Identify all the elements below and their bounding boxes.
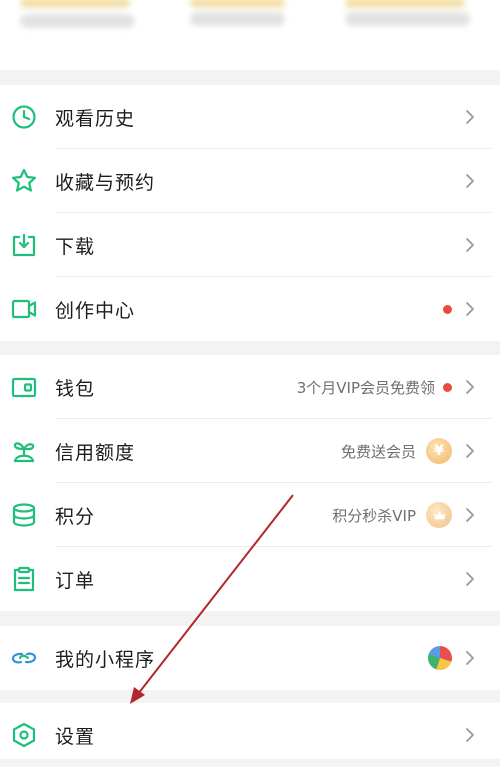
section-settings: 设置 — [0, 703, 500, 759]
menu-item-extra — [435, 304, 452, 314]
blurred-stat — [20, 14, 135, 28]
wallet-promo-text: 3个月VIP会员免费领 — [296, 378, 435, 397]
menu-item-mini-programs[interactable]: 我的小程序 — [0, 626, 500, 690]
credit-promo-text: 免费送会员 — [340, 442, 416, 461]
menu-item-extra: 积分秒杀VIP — [332, 502, 452, 528]
mini-program-avatar — [428, 646, 452, 670]
blurred-highlight — [345, 0, 465, 8]
crown-coin-icon — [426, 502, 452, 528]
chevron-right-icon — [462, 571, 478, 587]
menu-item-label: 创作中心 — [55, 299, 136, 322]
chevron-right-icon — [462, 650, 478, 666]
chevron-right-icon — [462, 109, 478, 125]
menu-item-label: 积分 — [55, 505, 96, 528]
clock-icon — [10, 103, 38, 131]
menu-item-favorites[interactable]: 收藏与预约 — [0, 149, 500, 213]
section-finance: 钱包 3个月VIP会员免费领 信用额度 免费送会员 ¥ 积分 积分秒杀VIP 订… — [0, 355, 500, 611]
menu-item-credit-limit[interactable]: 信用额度 免费送会员 ¥ — [0, 419, 500, 483]
chevron-right-icon — [462, 443, 478, 459]
chevron-right-icon — [462, 301, 478, 317]
link-icon — [10, 644, 38, 672]
menu-item-extra — [428, 646, 452, 670]
menu-item-label: 我的小程序 — [55, 648, 156, 671]
menu-item-label: 收藏与预约 — [55, 171, 156, 194]
blurred-stat — [190, 12, 285, 26]
notification-dot — [443, 304, 452, 314]
clipboard-icon — [10, 565, 38, 593]
menu-item-points[interactable]: 积分 积分秒杀VIP — [0, 483, 500, 547]
wallet-icon — [10, 373, 38, 401]
chevron-right-icon — [462, 727, 478, 743]
section-miniprogram: 我的小程序 — [0, 626, 500, 690]
menu-item-orders[interactable]: 订单 — [0, 547, 500, 611]
menu-item-history[interactable]: 观看历史 — [0, 85, 500, 149]
download-icon — [10, 231, 38, 259]
menu-item-label: 订单 — [55, 569, 96, 592]
menu-item-settings[interactable]: 设置 — [0, 703, 500, 767]
menu-item-label: 观看历史 — [55, 107, 136, 130]
menu-item-extra: 3个月VIP会员免费领 — [297, 377, 452, 398]
chevron-right-icon — [462, 507, 478, 523]
menu-item-label: 信用额度 — [55, 441, 136, 464]
chevron-right-icon — [462, 237, 478, 253]
points-promo-text: 积分秒杀VIP — [332, 506, 416, 525]
notification-dot — [443, 382, 452, 392]
chevron-right-icon — [462, 379, 478, 395]
blurred-highlight — [190, 0, 285, 8]
star-icon — [10, 167, 38, 195]
top-stats-strip — [0, 0, 500, 70]
database-icon — [10, 501, 38, 529]
menu-item-download[interactable]: 下载 — [0, 213, 500, 277]
menu-item-creator-center[interactable]: 创作中心 — [0, 277, 500, 341]
menu-item-wallet[interactable]: 钱包 3个月VIP会员免费领 — [0, 355, 500, 419]
sprout-icon — [10, 437, 38, 465]
menu-item-label: 钱包 — [55, 377, 96, 400]
menu-item-extra: 免费送会员 ¥ — [341, 438, 452, 464]
section-content: 观看历史 收藏与预约 下载 创作中心 — [0, 85, 500, 341]
hexagon-settings-icon — [10, 721, 38, 749]
yuan-coin-icon: ¥ — [426, 438, 452, 464]
video-camera-icon — [10, 295, 38, 323]
chevron-right-icon — [462, 173, 478, 189]
menu-item-label: 下载 — [55, 235, 96, 258]
blurred-highlight — [20, 0, 130, 8]
blurred-stat — [345, 12, 470, 26]
menu-item-label: 设置 — [55, 725, 96, 748]
